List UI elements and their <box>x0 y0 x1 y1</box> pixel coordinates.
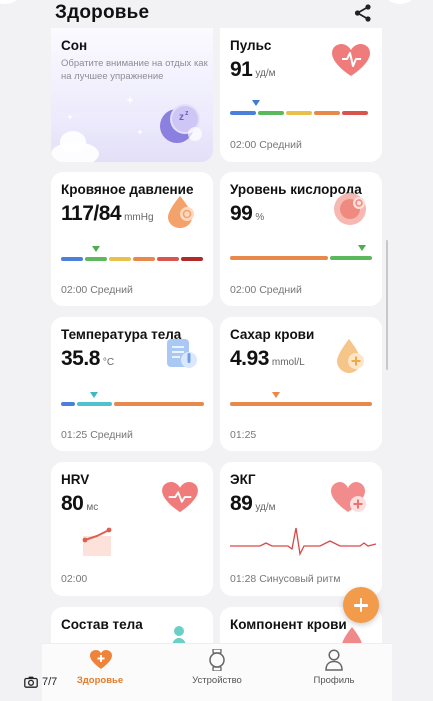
health-icon <box>90 650 112 669</box>
counter-text: 7/7 <box>42 676 58 688</box>
scrollbar[interactable] <box>386 240 388 370</box>
svg-text:z: z <box>185 110 189 117</box>
sleep-card[interactable]: Сон Обратите внимание на отдых как на лу… <box>51 28 213 162</box>
heart-plus-icon <box>331 482 366 512</box>
oxygen-card[interactable]: Уровень кислорода 99% 02:00 Средний <box>220 172 382 306</box>
ecg-value: 89 уд/м <box>230 492 276 515</box>
tab-device[interactable]: Устройство <box>172 644 262 701</box>
card-footer: 01:25 <box>230 429 257 441</box>
temperature-card[interactable]: Температура тела 35.8 °C 01:25 Средний <box>51 317 213 451</box>
tab-label: Профиль <box>313 675 355 686</box>
card-title: Компонент крови <box>230 617 347 632</box>
level-bar <box>230 402 372 406</box>
level-marker <box>272 392 280 398</box>
heart-icon <box>332 44 370 76</box>
moon-icon: z z <box>160 104 202 143</box>
card-title: HRV <box>61 472 90 487</box>
cloud-icon <box>51 131 99 162</box>
card-title: Состав тела <box>61 617 143 632</box>
level-marker <box>90 392 98 398</box>
sleep-description: Обратите внимание на отдых как на лучшее… <box>61 58 208 82</box>
tab-health[interactable]: Здоровье <box>55 644 145 701</box>
level-bar <box>230 111 368 115</box>
card-footer: 02:00 Средний <box>230 139 302 151</box>
pulse-value: 91 уд/м <box>230 58 276 81</box>
card-title: Сон <box>61 38 88 53</box>
hrv-card[interactable]: HRV 80 мс 02:00 <box>51 462 213 596</box>
lungs-icon <box>334 193 366 225</box>
header: Здоровье <box>0 0 433 30</box>
hrv-value: 80 мс <box>61 492 99 515</box>
level-bar <box>61 402 204 406</box>
corner-decoration <box>385 0 415 4</box>
share-icon[interactable] <box>353 3 373 23</box>
card-title: Пульс <box>230 38 272 53</box>
star-icon <box>126 96 134 104</box>
level-marker <box>92 246 100 252</box>
heart-icon <box>162 482 198 513</box>
pulse-card[interactable]: Пульс 91 уд/м 02:00 Средний <box>220 28 382 162</box>
card-footer: 01:28 Синусовый ритм <box>230 573 341 585</box>
blood-drop-icon <box>168 196 194 228</box>
svg-text:z: z <box>179 112 184 123</box>
oxygen-value: 99% <box>230 202 265 225</box>
card-footer: 01:25 Средний <box>61 429 133 441</box>
card-title: Температура тела <box>61 327 182 342</box>
add-button[interactable] <box>343 587 379 623</box>
level-marker <box>358 245 366 251</box>
temp-value: 35.8 °C <box>61 347 115 370</box>
camera-icon <box>24 676 38 688</box>
watch-icon <box>209 649 225 671</box>
star-icon <box>137 129 143 135</box>
bottom-nav: Здоровье Устройство Профиль <box>42 643 392 701</box>
card-footer: 02:00 Средний <box>61 284 133 296</box>
level-marker <box>252 100 260 106</box>
tab-profile[interactable]: Профиль <box>289 644 379 701</box>
blood-pressure-card[interactable]: Кровяное давление 117/84 mmHg 02:00 Средн… <box>51 172 213 306</box>
card-footer: 02:00 Средний <box>230 284 302 296</box>
image-counter: 7/7 <box>24 676 57 688</box>
page-title: Здоровье <box>55 2 150 23</box>
card-title: ЭКГ <box>230 472 256 487</box>
thermometer-doc-icon <box>167 339 197 368</box>
blood-sugar-card[interactable]: Сахар крови 4.93 mmol/L 01:25 <box>220 317 382 451</box>
card-footer: 02:00 <box>61 573 88 585</box>
corner-decoration <box>0 0 20 4</box>
level-bar <box>230 256 372 260</box>
sugar-drop-icon <box>337 339 364 373</box>
bp-value: 117/84 mmHg <box>61 202 154 225</box>
tab-label: Здоровье <box>76 675 124 686</box>
star-icon <box>67 114 73 120</box>
ecg-waveform <box>230 527 376 557</box>
hrv-trend-chart <box>82 527 112 556</box>
tab-label: Устройство <box>192 675 242 686</box>
ecg-card[interactable]: ЭКГ 89 уд/м 01:28 Синусовый ритм <box>220 462 382 596</box>
sugar-value: 4.93 mmol/L <box>230 347 305 370</box>
card-title: Сахар крови <box>230 327 315 342</box>
profile-icon <box>325 649 343 671</box>
level-bar <box>61 257 203 261</box>
